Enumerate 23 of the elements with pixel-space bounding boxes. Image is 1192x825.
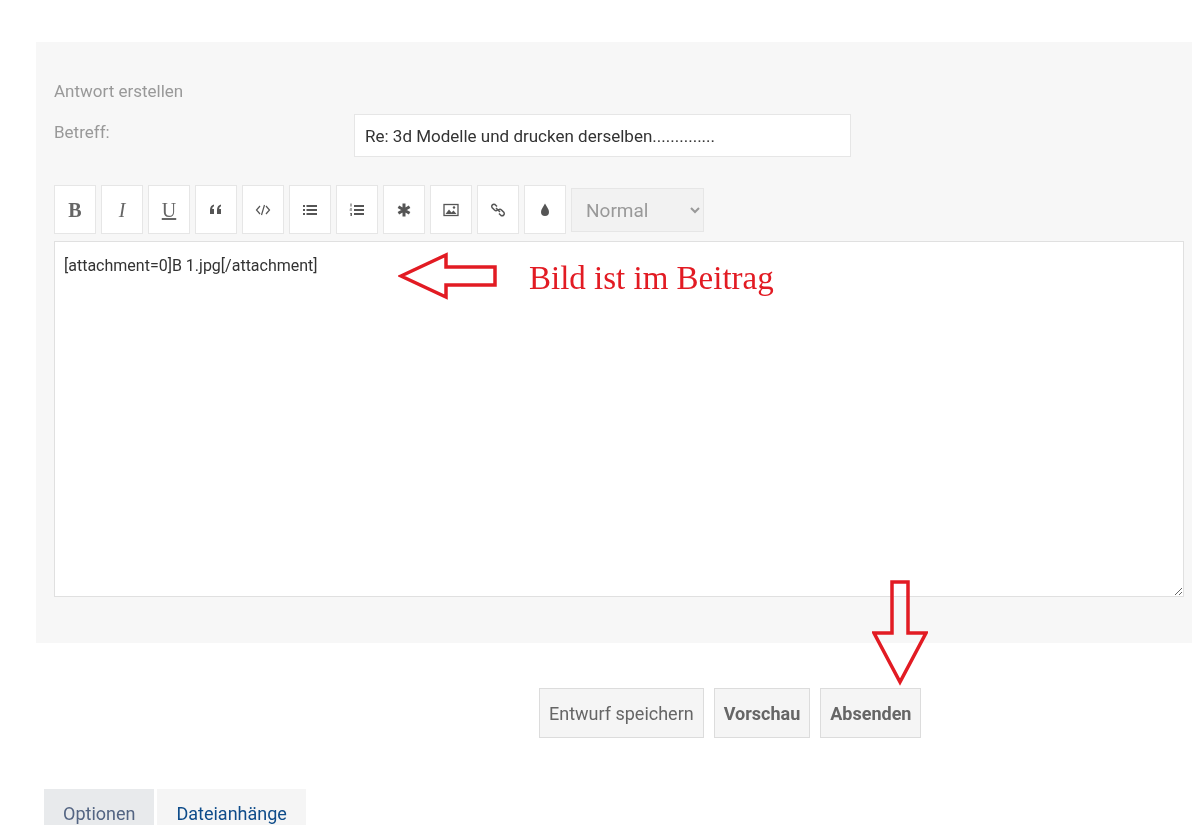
link-button[interactable] <box>477 185 519 234</box>
image-button[interactable] <box>430 185 472 234</box>
numbered-list-icon <box>349 201 365 218</box>
tab[interactable]: Optionen <box>44 789 155 825</box>
ordered-list-button[interactable] <box>336 185 378 234</box>
annotation-text: Bild ist im Beitrag <box>529 259 774 298</box>
bold-button[interactable]: B <box>54 185 96 234</box>
subject-field[interactable]: Re: 3d Modelle und drucken derselben.............. <box>354 114 851 157</box>
panel-title: Antwort erstellen <box>54 80 184 103</box>
asterisk-button[interactable] <box>383 185 425 234</box>
quote-button[interactable] <box>195 185 237 234</box>
list-button[interactable] <box>289 185 331 234</box>
tab[interactable]: Dateianhänge <box>157 789 306 825</box>
subject-label: Betreff: <box>54 121 111 144</box>
link-icon <box>490 201 506 218</box>
form-button[interactable]: Vorschau <box>713 688 811 738</box>
asterisk-icon <box>396 201 412 218</box>
form-button[interactable]: Absenden <box>820 688 922 738</box>
form-button[interactable]: Entwurf speichern <box>539 688 704 738</box>
underline-button[interactable]: U <box>148 185 190 234</box>
italic-button[interactable]: I <box>101 185 143 234</box>
image-icon <box>443 201 459 218</box>
color-button[interactable] <box>524 185 566 234</box>
